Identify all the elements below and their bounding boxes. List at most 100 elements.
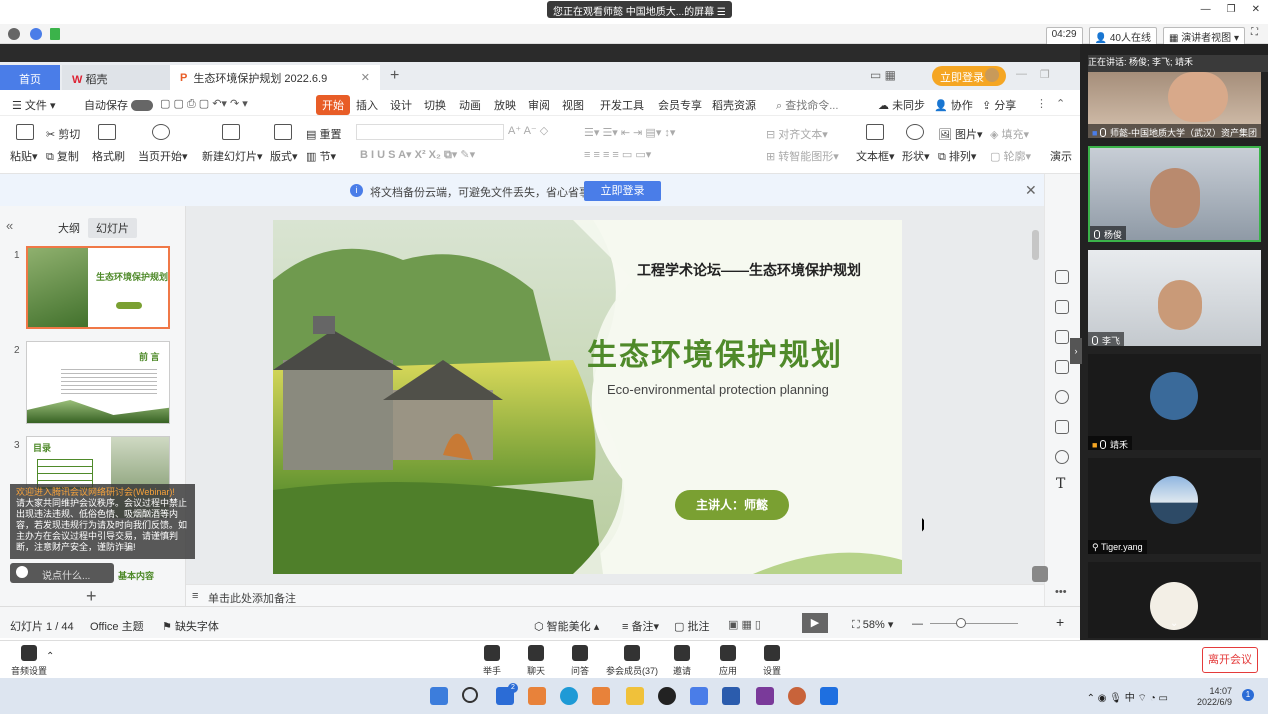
settings-icon[interactable]	[1055, 300, 1069, 314]
video-tile-6[interactable]: ⌄	[1088, 562, 1261, 638]
format-painter-button[interactable]: 格式刷	[92, 148, 125, 164]
raise-hand-button[interactable]: 举手	[472, 643, 512, 677]
font-size-buttons[interactable]: A⁺ A⁻ ◇	[508, 124, 548, 137]
collapse-video-button[interactable]: ›	[1070, 338, 1082, 364]
collapse-ribbon-icon[interactable]: ⌃	[1056, 97, 1065, 110]
close-icon[interactable]: ✕	[1025, 182, 1037, 199]
reset-button[interactable]: ▤ 重置	[306, 126, 341, 142]
restore-icon[interactable]: ❐	[1040, 68, 1050, 81]
beautify-button[interactable]: ⬡ 智能美化 ▴	[534, 618, 599, 634]
star-icon[interactable]	[1055, 330, 1069, 344]
participants-button[interactable]: 参会成员(37)	[604, 643, 660, 677]
tab-daoke[interactable]: W 稻壳	[62, 65, 170, 90]
align-buttons[interactable]: ≡ ≡ ≡ ≡ ▭ ▭▾	[584, 148, 651, 161]
tencent-meeting-icon[interactable]	[820, 687, 838, 705]
missing-font-button[interactable]: ⚑ 缺失字体	[162, 618, 219, 634]
app-icon[interactable]	[528, 687, 546, 705]
video-tile-1[interactable]: ■ 师懿-中国地质大学（武汉）资产集团	[1088, 72, 1261, 138]
zoom-slider[interactable]	[930, 623, 1018, 624]
zoom-out-button[interactable]: —	[912, 618, 923, 630]
onenote-icon[interactable]	[756, 687, 774, 705]
clock[interactable]: 14:07 2022/6/9	[1197, 686, 1232, 708]
share-banner[interactable]: 您正在观看师懿 中国地质大...的屏幕 ☰	[547, 1, 732, 18]
minimize-icon[interactable]: —	[1201, 4, 1211, 15]
pin-icon[interactable]	[1055, 270, 1069, 284]
autosave-toggle[interactable]: 自动保存	[84, 97, 154, 113]
zoom-slider-handle[interactable]	[956, 618, 966, 628]
qq-icon[interactable]	[658, 687, 676, 705]
comment-button[interactable]: ▢ 批注	[674, 618, 709, 634]
quick-access-icons[interactable]: ▢ ▢ ⎙ ▢ ↶▾ ↷ ▾	[160, 97, 248, 111]
leave-meeting-button[interactable]: 离开会议	[1202, 647, 1258, 673]
file-menu[interactable]: ☰ 文件 ▾	[12, 97, 56, 113]
avatar[interactable]	[985, 68, 999, 82]
chat-input[interactable]: 说点什么...	[10, 563, 114, 583]
menu-review[interactable]: 审阅	[528, 97, 550, 113]
search-icon[interactable]	[462, 687, 478, 703]
system-tray[interactable]: ⌃ ◉ 🎙 中 ⌔ ◔ ▭	[1087, 689, 1168, 705]
layout-icon[interactable]: ▭ ▦	[870, 68, 896, 82]
slide-1[interactable]: 工程学术论坛——生态环境保护规划 生态环境保护规划 Eco-environmen…	[273, 220, 902, 574]
notes-button[interactable]: ≡ 备注▾	[622, 618, 659, 634]
more-icon[interactable]: •••	[1055, 586, 1067, 598]
scrollbar[interactable]	[1030, 214, 1042, 594]
textbox-icon[interactable]	[866, 124, 884, 140]
app-icon[interactable]	[788, 687, 806, 705]
menu-developer[interactable]: 开发工具	[600, 97, 644, 113]
theme-name[interactable]: Office 主题	[90, 618, 144, 634]
notes-area[interactable]: ≡ 单击此处添加备注	[186, 584, 1044, 606]
view-buttons[interactable]: ▣ ▦ ▯	[728, 618, 761, 631]
gallery-icon[interactable]	[1055, 420, 1069, 434]
like-icon[interactable]	[1032, 566, 1048, 582]
word-icon[interactable]	[722, 687, 740, 705]
smart-shape-button[interactable]: ⊞ 转智能图形▾	[766, 148, 839, 164]
tab-slides[interactable]: 幻灯片	[88, 218, 137, 238]
qa-button[interactable]: 问答	[560, 643, 600, 677]
outline-button[interactable]: ▢ 轮廓▾	[990, 148, 1031, 164]
close-tab-icon[interactable]: ✕	[361, 71, 370, 84]
share-button[interactable]: ⇪ 分享	[982, 97, 1016, 113]
play-icon[interactable]	[152, 124, 170, 140]
arrange-button[interactable]: ⧉ 排列▾	[938, 148, 976, 164]
close-icon[interactable]: ✕	[1252, 4, 1260, 15]
play-slideshow-button[interactable]: ▶	[802, 613, 828, 633]
toggle-switch[interactable]	[131, 100, 154, 111]
paste-icon[interactable]	[16, 124, 34, 140]
video-tile-3[interactable]: 李飞	[1088, 250, 1261, 346]
new-tab-button[interactable]: +	[390, 67, 399, 85]
layout-button[interactable]: 版式▾	[270, 148, 298, 164]
more-icon[interactable]: ⋮	[1036, 97, 1047, 110]
section-button[interactable]: ▥ 节▾	[306, 148, 336, 164]
app-icon[interactable]	[592, 687, 610, 705]
apps-button[interactable]: 应用	[708, 643, 748, 677]
tab-home[interactable]: 首页	[0, 65, 60, 90]
video-tile-4[interactable]: ■ 靖禾	[1088, 354, 1261, 450]
cut-button[interactable]: ✂ 剪切	[46, 126, 80, 142]
video-tile-2[interactable]: 杨俊	[1088, 146, 1261, 242]
menu-icon[interactable]: ☰	[717, 7, 726, 18]
notification-badge[interactable]: 1	[1242, 689, 1254, 701]
textbox-button[interactable]: 文本框▾	[856, 148, 895, 164]
chevron-down-icon[interactable]: ⌄	[1170, 618, 1178, 629]
menu-animation[interactable]: 动画	[459, 97, 481, 113]
present-button[interactable]: 演示	[1050, 148, 1072, 164]
shape-icon[interactable]	[906, 124, 924, 140]
shield-icon[interactable]	[30, 28, 42, 40]
new-slide-button[interactable]: 新建幻灯片▾	[202, 148, 263, 164]
window-icon[interactable]	[1055, 360, 1069, 374]
start-icon[interactable]	[430, 687, 448, 705]
fill-button[interactable]: ◈ 填充▾	[990, 126, 1029, 142]
zoom-fit-button[interactable]: ⛶ 58% ▾	[852, 618, 893, 632]
menu-insert[interactable]: 插入	[356, 97, 378, 113]
add-slide-button[interactable]: +	[86, 586, 97, 607]
scrollbar-thumb[interactable]	[1032, 230, 1039, 260]
video-tile-5[interactable]: ⚲ Tiger.yang	[1088, 458, 1261, 554]
list-buttons[interactable]: ☰▾ ☰▾ ⇤ ⇥ ▤▾ ↕▾	[584, 126, 675, 139]
notepad-icon[interactable]	[690, 687, 708, 705]
help-icon[interactable]	[1055, 390, 1069, 404]
menu-daoke-resources[interactable]: 稻壳资源	[712, 97, 756, 113]
slide-thumbnail-1[interactable]: 生态环境保护规划	[26, 246, 170, 329]
layout-icon[interactable]	[274, 124, 292, 140]
location-icon[interactable]	[1055, 450, 1069, 464]
minimize-icon[interactable]: —	[1016, 68, 1027, 80]
